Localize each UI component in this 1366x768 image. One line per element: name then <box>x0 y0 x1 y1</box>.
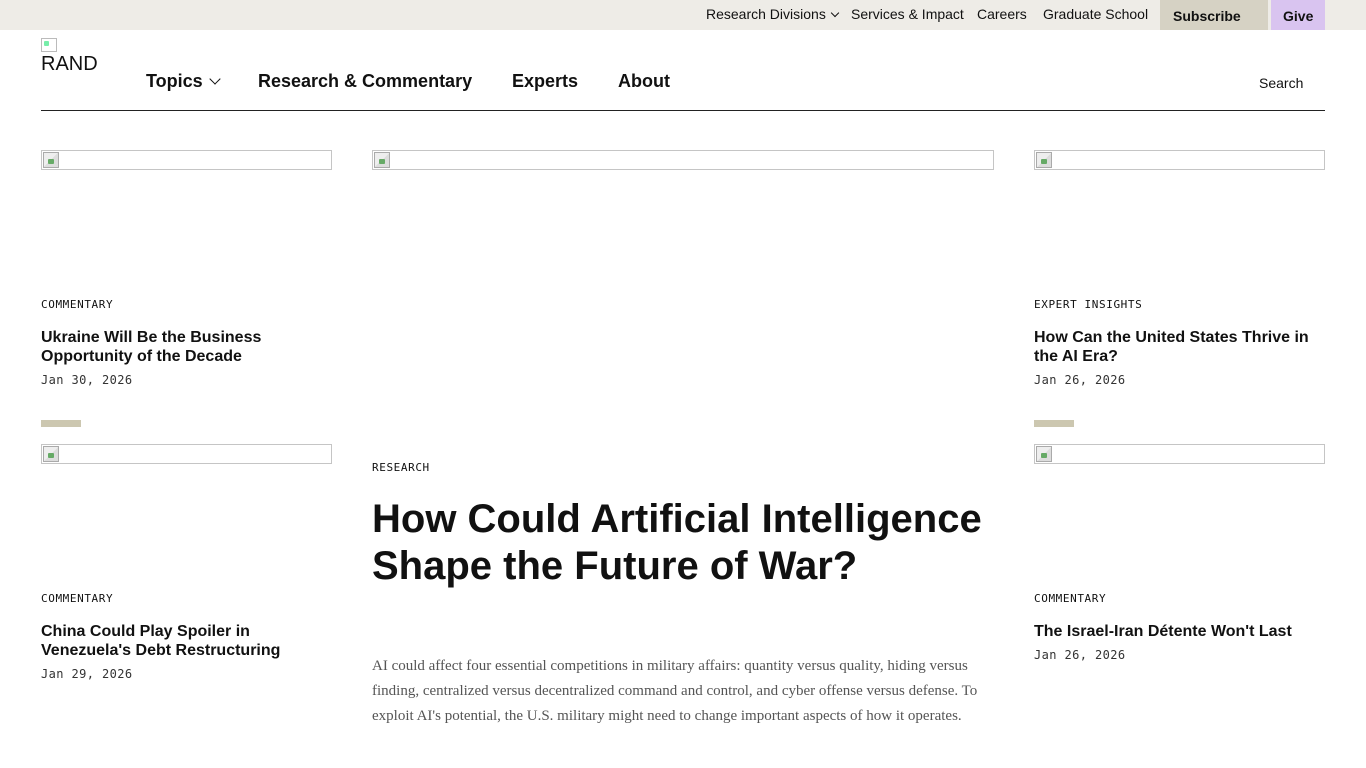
header-divider <box>41 110 1325 111</box>
nav-topics-label: Topics <box>146 71 203 91</box>
utility-bar: Research Divisions Services & Impact Car… <box>0 0 1366 30</box>
story-title-link[interactable]: How Can the United States Thrive in the … <box>1034 328 1319 366</box>
story-divider <box>41 420 81 427</box>
chevron-down-icon <box>830 8 840 18</box>
services-impact-link[interactable]: Services & Impact <box>851 6 964 22</box>
story-image[interactable] <box>1034 444 1325 464</box>
logo-alt-text: RAND <box>41 53 98 75</box>
story-image[interactable] <box>41 150 332 170</box>
subscribe-button[interactable]: Subscribe <box>1160 0 1268 30</box>
featured-kicker: RESEARCH <box>372 461 430 474</box>
nav-about[interactable]: About <box>618 71 670 92</box>
broken-image-icon <box>1036 152 1052 168</box>
story-image[interactable] <box>1034 150 1325 170</box>
chevron-down-icon <box>209 73 221 85</box>
broken-image-icon <box>41 38 57 52</box>
give-button[interactable]: Give <box>1271 0 1325 30</box>
story-date: Jan 29, 2026 <box>41 667 133 681</box>
story-divider <box>1034 420 1074 427</box>
research-divisions-menu[interactable]: Research Divisions <box>706 6 840 22</box>
nav-topics[interactable]: Topics <box>146 71 221 92</box>
story-kicker: EXPERT INSIGHTS <box>1034 298 1143 311</box>
featured-image[interactable] <box>372 150 994 170</box>
story-title-link[interactable]: China Could Play Spoiler in Venezuela's … <box>41 622 326 660</box>
nav-experts[interactable]: Experts <box>512 71 578 92</box>
story-kicker: COMMENTARY <box>41 298 114 311</box>
broken-image-icon <box>374 152 390 168</box>
story-date: Jan 26, 2026 <box>1034 373 1126 387</box>
story-date: Jan 30, 2026 <box>41 373 133 387</box>
featured-summary: AI could affect four essential competiti… <box>372 658 978 724</box>
search-button[interactable]: Search <box>1259 75 1303 91</box>
story-date: Jan 26, 2026 <box>1034 648 1126 662</box>
research-divisions-label: Research Divisions <box>706 6 826 22</box>
story-title-link[interactable]: Ukraine Will Be the Business Opportunity… <box>41 328 321 366</box>
story-kicker: COMMENTARY <box>41 592 114 605</box>
story-title-link[interactable]: The Israel-Iran Détente Won't Last <box>1034 622 1319 641</box>
graduate-school-link[interactable]: Graduate School <box>1043 6 1148 22</box>
story-image[interactable] <box>41 444 332 464</box>
careers-link[interactable]: Careers <box>977 6 1027 22</box>
broken-image-icon <box>43 152 59 168</box>
nav-research-commentary[interactable]: Research & Commentary <box>258 71 472 92</box>
broken-image-icon <box>1036 446 1052 462</box>
broken-image-icon <box>43 446 59 462</box>
story-kicker: COMMENTARY <box>1034 592 1107 605</box>
featured-title-link[interactable]: How Could Artificial Intelligence Shape … <box>372 496 992 590</box>
rand-logo[interactable]: RAND <box>41 38 111 82</box>
